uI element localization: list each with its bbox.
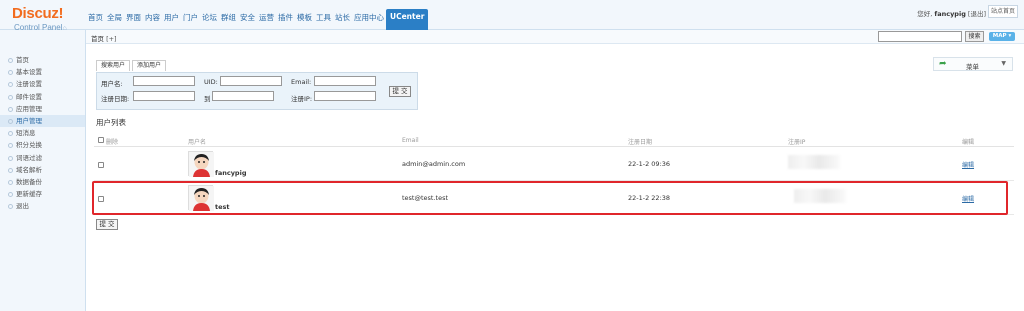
col-delete: 删除 — [106, 139, 119, 146]
nav-plugin[interactable]: 插件 — [276, 9, 295, 27]
caret-down-icon: ▼ — [1001, 60, 1006, 67]
list-submit-button[interactable]: 提 交 — [96, 219, 118, 230]
breadcrumb-home[interactable]: 首页 — [91, 35, 104, 43]
username-field[interactable] — [133, 76, 195, 86]
chevron-down-icon: ▾ — [1008, 33, 1012, 39]
avatar-icon — [189, 152, 214, 177]
sidebar-item-messages[interactable]: 短消息 — [0, 127, 85, 139]
sidebar-item-basic-settings[interactable]: 基本设置 — [0, 66, 85, 78]
nav-app-center[interactable]: 应用中心 — [352, 9, 386, 27]
nav-interface[interactable]: 界面 — [124, 9, 143, 27]
nav-forum[interactable]: 论坛 — [200, 9, 219, 27]
sidebar-item-domain-resolve[interactable]: 域名解析 — [0, 164, 85, 176]
nav-group[interactable]: 群组 — [219, 9, 238, 27]
sidebar-item-app-management[interactable]: 应用管理 — [0, 103, 85, 115]
discuz-logo[interactable]: Discuz! — [12, 5, 64, 22]
row-edit-link[interactable]: 编辑 — [962, 160, 974, 169]
col-email: Email — [402, 137, 419, 144]
nav-security[interactable]: 安全 — [238, 9, 257, 27]
add-shortcut-link[interactable]: [+] — [106, 35, 117, 43]
sub-bar: 首页 [+] 搜索 MAP ▾ — [86, 30, 1024, 44]
search-input[interactable] — [878, 31, 962, 42]
nav-webmaster[interactable]: 站长 — [333, 9, 352, 27]
row-username: fancypig — [215, 169, 247, 177]
tab-add-user[interactable]: 添加用户 — [132, 60, 167, 71]
regdate-from-field[interactable] — [133, 91, 195, 101]
logout-link[interactable]: [退出] — [968, 10, 986, 18]
sidebar-item-home[interactable]: 首页 — [0, 54, 85, 66]
search-submit-button[interactable]: 提 交 — [389, 86, 411, 97]
main-content: ➦ 菜单 ▼ 搜索用户 添加用户 用户名: UID: Email: 注册日期: … — [86, 45, 1024, 311]
search-form: 用户名: UID: Email: 注册日期: 到 注册IP: 提 交 — [96, 72, 418, 110]
row-checkbox[interactable] — [98, 162, 104, 168]
col-regip: 注册IP — [788, 139, 806, 146]
nav-template[interactable]: 模板 — [295, 9, 314, 27]
search-tabs: 搜索用户 添加用户 — [96, 60, 168, 71]
regdate-to-label: 到 — [204, 95, 211, 103]
regip-label: 注册IP: — [291, 95, 313, 103]
sidebar-item-user-management[interactable]: 用户管理 — [0, 114, 85, 128]
row-regdate: 22-1-2 09:36 — [628, 160, 671, 168]
user-list-title: 用户列表 — [96, 118, 126, 127]
nav-portal[interactable]: 门户 — [181, 9, 200, 27]
tab-search-user[interactable]: 搜索用户 — [96, 60, 131, 71]
user-info: 您好, fancypig [退出] — [917, 8, 986, 18]
current-username: fancypig — [934, 10, 966, 18]
nav-home[interactable]: 首页 — [86, 9, 105, 27]
sidebar-item-logout[interactable]: 退出 — [0, 200, 85, 212]
col-edit: 编辑 — [962, 139, 975, 146]
regdate-to-field[interactable] — [212, 91, 274, 101]
sidebar-item-word-filter[interactable]: 词语过滤 — [0, 152, 85, 164]
site-home-button[interactable]: 站点首页 — [988, 5, 1018, 18]
highlight-box — [92, 181, 1008, 215]
search-button[interactable]: 搜索 — [965, 31, 984, 42]
email-label: Email: — [291, 78, 312, 86]
sidebar-item-mail-settings[interactable]: 邮件设置 — [0, 91, 85, 103]
nav-tools[interactable]: 工具 — [314, 9, 333, 27]
row-email: admin@admin.com — [402, 160, 466, 168]
row-regip-blurred — [788, 155, 840, 169]
sidebar-item-register-settings[interactable]: 注册设置 — [0, 78, 85, 90]
col-username: 用户名 — [188, 139, 207, 146]
nav-global[interactable]: 全局 — [105, 9, 124, 27]
select-all-checkbox[interactable] — [98, 137, 104, 143]
sidebar-item-data-backup[interactable]: 数据备份 — [0, 176, 85, 188]
nav-content[interactable]: 内容 — [143, 9, 162, 27]
top-header: Discuz! Control Panel⌂ 首页 全局 界面 内容 用户 门户… — [0, 0, 1024, 32]
top-nav: 首页 全局 界面 内容 用户 门户 论坛 群组 安全 运营 插件 模板 工具 站… — [86, 9, 429, 30]
sidebar-item-credit-exchange[interactable]: 积分兑换 — [0, 139, 85, 151]
avatar — [188, 151, 214, 177]
uid-label: UID: — [204, 78, 218, 86]
nav-ucenter[interactable]: UCenter — [386, 9, 429, 30]
greeting: 您好, — [917, 10, 933, 18]
sidebar-item-update-cache[interactable]: 更新缓存 — [0, 188, 85, 200]
user-search-panel: 搜索用户 添加用户 用户名: UID: Email: 注册日期: 到 注册IP:… — [96, 60, 418, 110]
menu-label: 菜单 — [966, 63, 979, 71]
share-arrow-icon: ➦ — [939, 59, 947, 69]
regip-field[interactable] — [314, 91, 376, 101]
map-button[interactable]: MAP ▾ — [989, 32, 1015, 41]
nav-user[interactable]: 用户 — [162, 9, 181, 27]
sidebar: 首页 基本设置 注册设置 邮件设置 应用管理 用户管理 短消息 积分兑换 词语过… — [0, 30, 86, 311]
nav-operation[interactable]: 运营 — [257, 9, 276, 27]
breadcrumb: 首页 [+] — [91, 33, 117, 43]
menu-dropdown[interactable]: ➦ 菜单 ▼ — [933, 57, 1013, 71]
uid-field[interactable] — [220, 76, 282, 86]
map-label: MAP — [992, 33, 1007, 39]
email-field[interactable] — [314, 76, 376, 86]
username-label: 用户名: — [101, 80, 123, 88]
regdate-label: 注册日期: — [101, 95, 130, 103]
table-header: 删除 用户名 Email 注册日期 注册IP 编辑 — [94, 133, 1014, 147]
table-row: fancypig admin@admin.com 22-1-2 09:36 编辑 — [94, 147, 1014, 181]
col-regdate: 注册日期 — [628, 139, 653, 146]
